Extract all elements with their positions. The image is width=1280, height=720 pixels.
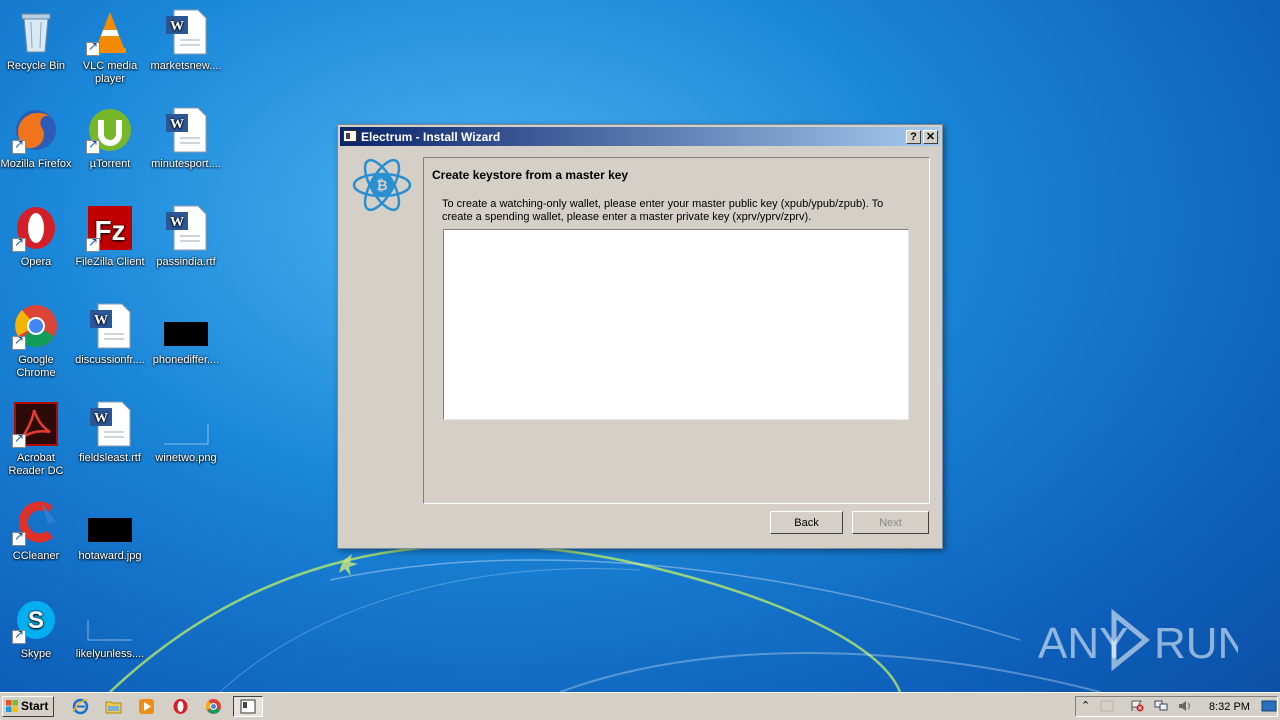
desktop-icon-phonediffer[interactable]: phonediffer.... [148, 302, 224, 367]
desktop-icon-minutesport[interactable]: W minutesport.... [148, 106, 224, 171]
desktop-icon-skype[interactable]: S Skype [0, 596, 74, 661]
desktop-icon-acrobat[interactable]: Acrobat Reader DC [0, 400, 74, 478]
desktop-icon-discussionfr[interactable]: W discussionfr.... [72, 302, 148, 367]
electrum-logo-icon: ₿ [352, 158, 412, 212]
desktop-icon-firefox[interactable]: Mozilla Firefox [0, 106, 74, 171]
desktop-icon-label: winetwo.png [155, 452, 217, 464]
desktop-icon-label: Skype [20, 648, 52, 660]
desktop-icon-label: Opera [20, 256, 52, 268]
svg-text:W: W [170, 19, 184, 34]
window-titlebar[interactable]: Electrum - Install Wizard ? ✕ [340, 127, 940, 146]
svg-text:W: W [170, 215, 184, 230]
taskbar: Start ⌃ 8:32 PM [0, 692, 1280, 720]
file-explorer-icon[interactable] [105, 698, 122, 715]
desktop-icon-utorrent[interactable]: µTorrent [72, 106, 148, 171]
desktop-icon-label: fieldsleast.rtf [79, 452, 141, 464]
desktop-icon-label: likelyunless.... [75, 648, 145, 660]
electrum-install-wizard-window: Electrum - Install Wizard ? ✕ ₿ Create k… [337, 124, 943, 549]
media-player-icon[interactable] [138, 698, 155, 715]
help-button[interactable]: ? [906, 130, 921, 144]
desktop-icon-marketsnew[interactable]: W marketsnew.... [148, 8, 224, 73]
desktop-icon-likelyunless[interactable]: likelyunless.... [72, 596, 148, 661]
desktop-icon-label: VLC media player [82, 60, 138, 85]
desktop-icon-label: Acrobat Reader DC [8, 452, 64, 477]
svg-text:W: W [94, 411, 108, 426]
svg-text:₿: ₿ [376, 177, 387, 193]
desktop-icon-label: minutesport.... [151, 158, 221, 170]
desktop-icon-chrome[interactable]: Google Chrome [0, 302, 74, 380]
image-thumbnail-icon [164, 424, 209, 445]
desktop-icon-label: Recycle Bin [6, 60, 66, 72]
word-doc-icon: W [166, 107, 207, 153]
word-doc-icon: W [166, 205, 207, 251]
volume-icon[interactable] [1178, 700, 1192, 712]
desktop-icon-filezilla[interactable]: Fz FileZilla Client [72, 204, 148, 269]
wizard-content-panel: Create keystore from a master key To cre… [423, 157, 930, 504]
page-heading: Create keystore from a master key [432, 168, 629, 182]
desktop-icon-label: marketsnew.... [150, 60, 222, 72]
desktop-icon-label: phonediffer.... [152, 354, 220, 366]
word-doc-icon: W [166, 9, 207, 55]
desktop-icon-winetwo[interactable]: winetwo.png [148, 400, 224, 465]
image-thumbnail-icon [87, 620, 132, 641]
opera-taskbar-icon[interactable] [172, 698, 189, 715]
network-icon[interactable] [1154, 700, 1168, 712]
close-button[interactable]: ✕ [923, 130, 938, 144]
desktop-icon-passindia[interactable]: W passindia.rtf [148, 204, 224, 269]
next-button[interactable]: Next [852, 511, 929, 534]
svg-text:W: W [170, 117, 184, 132]
electrum-window-icon [343, 130, 357, 142]
svg-text:W: W [94, 313, 108, 328]
watermark-text-right: RUN [1154, 619, 1238, 668]
image-thumbnail-icon [88, 518, 132, 542]
tray-placeholder-icon[interactable] [1100, 700, 1114, 712]
desktop-icon-label: FileZilla Client [75, 256, 145, 268]
desktop-icon-label: passindia.rtf [156, 256, 216, 268]
window-title: Electrum - Install Wizard [361, 130, 501, 144]
desktop-icon-opera[interactable]: Opera [0, 204, 74, 269]
instructions-text: To create a watching-only wallet, please… [442, 198, 884, 223]
desktop-icon-label: µTorrent [89, 158, 131, 170]
windows-logo-icon [6, 700, 18, 712]
image-thumbnail-icon [164, 322, 208, 346]
desktop-icon-vlc[interactable]: VLC media player [72, 8, 148, 86]
internet-explorer-icon[interactable] [72, 698, 89, 715]
desktop-icon-label: discussionfr.... [75, 354, 145, 366]
desktop-icon-label: CCleaner [12, 550, 60, 562]
clock[interactable]: 8:32 PM [1209, 701, 1250, 713]
taskbar-electrum-button[interactable] [233, 696, 263, 717]
show-desktop-icon[interactable] [1261, 700, 1277, 712]
start-label: Start [21, 699, 49, 713]
desktop-icon-ccleaner[interactable]: CCleaner [0, 498, 74, 563]
master-key-input[interactable] [443, 229, 909, 420]
desktop-icon-recycle-bin[interactable]: Recycle Bin [0, 8, 74, 73]
desktop-icon-label: Mozilla Firefox [0, 158, 72, 170]
action-center-flag-icon[interactable] [1130, 700, 1144, 712]
desktop-icon-label: Google Chrome [16, 354, 56, 379]
electrum-task-icon [240, 699, 256, 714]
desktop-icon-label: hotaward.jpg [78, 550, 142, 562]
word-doc-icon: W [90, 401, 131, 447]
anyrun-watermark: ANY RUN [1038, 608, 1238, 672]
recycle-bin-icon [21, 13, 51, 53]
svg-text:S: S [28, 607, 44, 634]
word-doc-icon: W [90, 303, 131, 349]
desktop-icon-fieldsleast[interactable]: W fieldsleast.rtf [72, 400, 148, 465]
chrome-taskbar-icon[interactable] [205, 698, 222, 715]
desktop-icon-hotaward[interactable]: hotaward.jpg [72, 498, 148, 563]
start-button[interactable]: Start [2, 696, 54, 717]
back-button[interactable]: Back [770, 511, 843, 534]
show-hidden-icons-icon[interactable]: ⌃ [1081, 699, 1090, 712]
